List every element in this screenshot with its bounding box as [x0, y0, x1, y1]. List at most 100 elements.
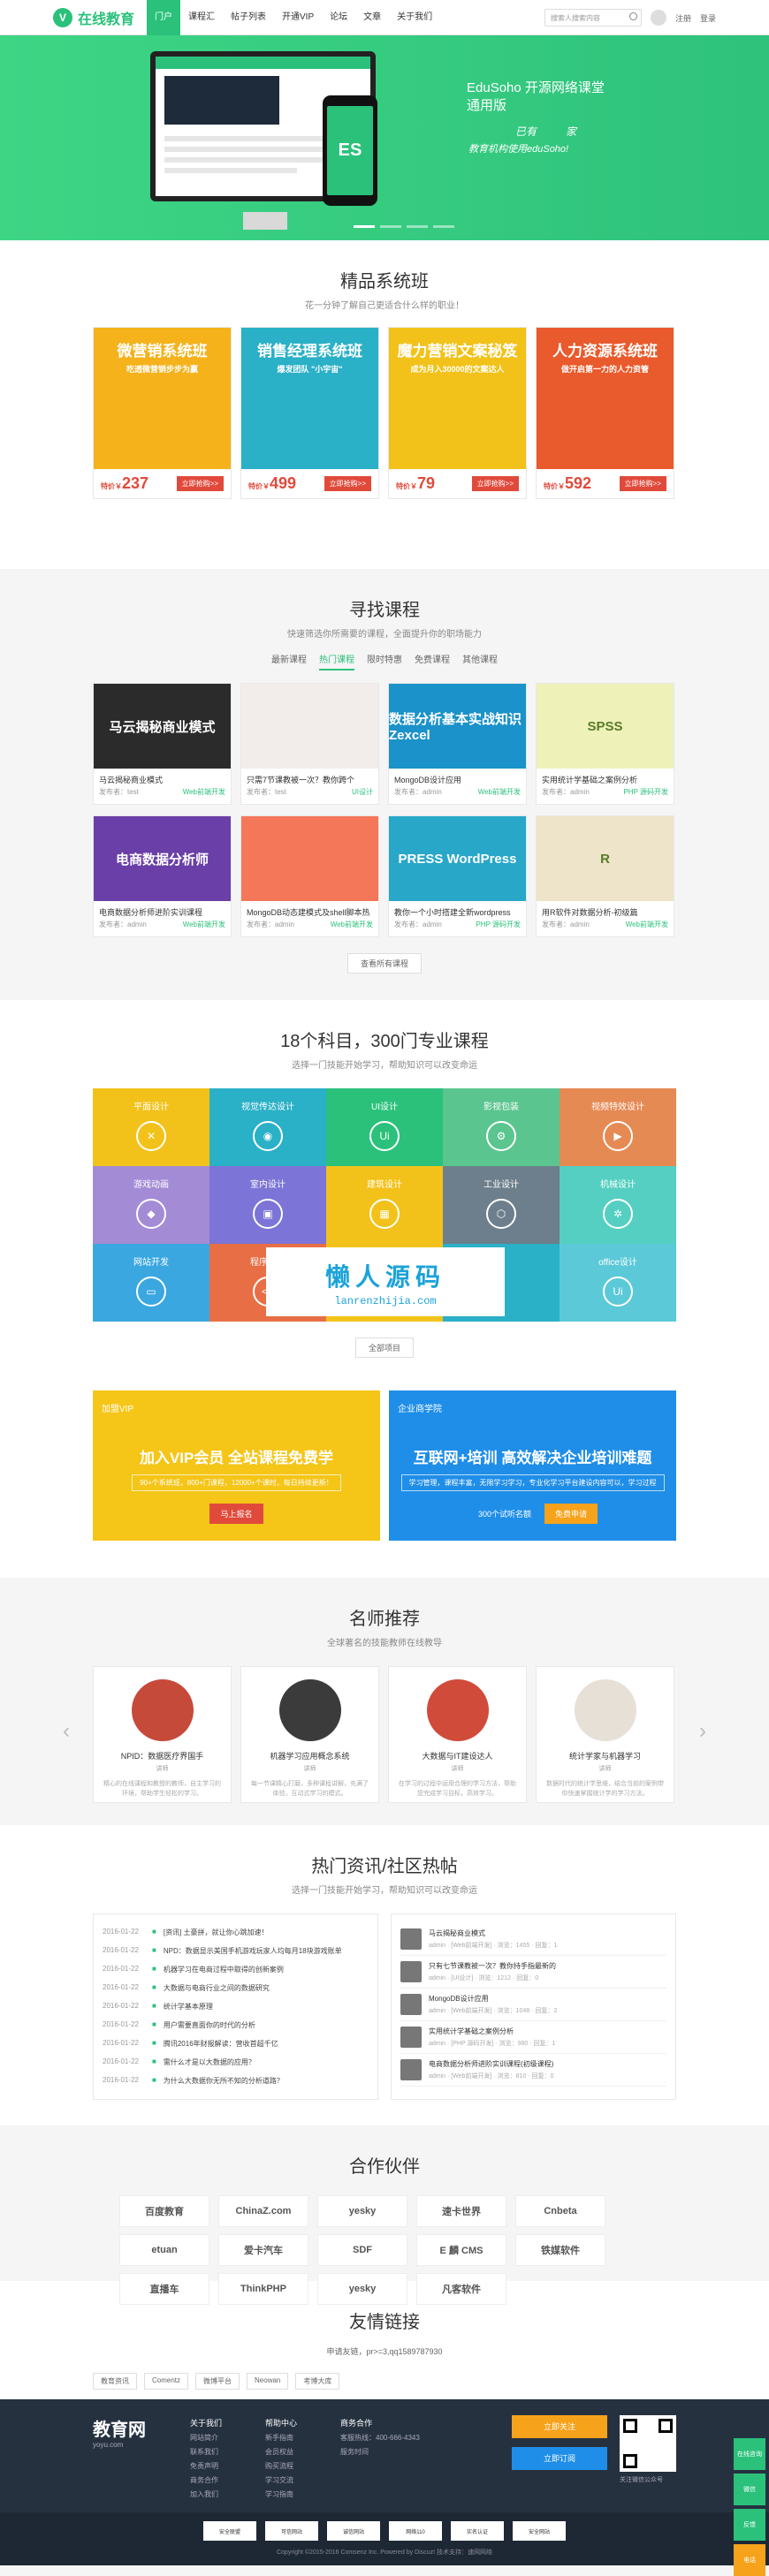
footer-link[interactable]: 会员权益	[265, 2445, 340, 2459]
partner-logo[interactable]: ChinaZ.com	[218, 2195, 308, 2227]
news-item[interactable]: 2016-01-22 ■ 腾讯2016年财报解读：营收首超千亿	[103, 2034, 369, 2053]
course-category[interactable]: Web前端开发	[331, 920, 373, 929]
friend-link[interactable]: 微博平台	[195, 2373, 240, 2390]
teacher-card[interactable]: 大数据与IT建设达人 讲师 在学习的过程中运用合理的学习方法，帮助您完成学习目标，高…	[388, 1666, 527, 1803]
nav-item-articles[interactable]: 文章	[355, 0, 389, 35]
course-title[interactable]: 电商数据分析师进阶实训课程	[94, 901, 231, 920]
news-title[interactable]: 用户需要直面你的时代的分析	[164, 2020, 255, 2030]
course-thumbnail[interactable]: R	[537, 816, 674, 901]
course-category[interactable]: Web前端开发	[478, 787, 521, 797]
footer-link[interactable]: 购买流程	[265, 2459, 340, 2474]
teacher-card[interactable]: 机器学习应用概念系统 讲师 每一节课精心打磨，多种课程讲解，充满了体验，互动式学习的…	[240, 1666, 379, 1803]
tab-other[interactable]: 其他课程	[462, 652, 498, 671]
course-thumbnail[interactable]	[241, 816, 378, 901]
buy-now-button[interactable]: 立即抢购>>	[471, 476, 519, 491]
teacher-avatar[interactable]	[574, 1679, 636, 1741]
course-thumbnail[interactable]: PRESS WordPress	[389, 816, 526, 901]
phone-button[interactable]: 电话	[734, 2544, 765, 2576]
post-title[interactable]: 实用统计学基础之案例分析	[429, 2027, 555, 2036]
featured-course-image[interactable]: 销售经理系统班 爆发团队 "小宇宙"	[241, 328, 378, 469]
news-item[interactable]: 2016-01-22 ■ 统计学基本原理	[103, 1997, 369, 2016]
course-card[interactable]: 马云揭秘商业模式 马云揭秘商业模式 发布者：test Web前端开发	[93, 683, 232, 805]
teacher-name[interactable]: 统计学家与机器学习	[537, 1750, 674, 1762]
course-title[interactable]: 实用统计学基础之案例分析	[537, 769, 674, 787]
trust-badge[interactable]: 安全联盟	[203, 2521, 256, 2541]
partner-logo[interactable]: 凡客软件	[416, 2273, 506, 2305]
partner-logo[interactable]: yesky	[317, 2195, 407, 2227]
post-item[interactable]: 只有七节课教被一次？教你持手指最新的 admin · [UI设计] · 浏览：12…	[400, 1956, 666, 1989]
news-item[interactable]: 2016-01-22 ■ [资讯] 土豪拼，就让你心跳加速！	[103, 1923, 369, 1942]
feedback-button[interactable]: 反馈	[734, 2509, 765, 2541]
course-thumbnail[interactable]: 电商数据分析师	[94, 816, 231, 901]
wechat-button[interactable]: 微信	[734, 2474, 765, 2505]
course-title[interactable]: 只需7节课教被一次？教你跨个	[241, 769, 378, 787]
featured-course-image[interactable]: 魔力营销文案秘笈 成为月入30000的文案达人	[389, 328, 526, 469]
subject-tile[interactable]: 网站开发 ▭	[93, 1244, 209, 1322]
post-item[interactable]: 实用统计学基础之案例分析 admin · [PHP 源码开发] · 浏览：980 …	[400, 2021, 666, 2054]
subject-tile[interactable]: 视频特效设计 ▶	[560, 1088, 676, 1166]
hero-banner[interactable]: ES EduSoho 开源网络课堂 通用版 已有 家 教育机构使用eduSoho…	[0, 35, 769, 240]
course-title[interactable]: MongoDB动态建模式及shell脚本热	[241, 901, 378, 920]
course-thumbnail[interactable]: 马云揭秘商业模式	[94, 684, 231, 769]
free-apply-button[interactable]: 免费申请	[544, 1504, 598, 1524]
all-subjects-button[interactable]: 全部项目	[354, 1337, 414, 1358]
footer-link[interactable]: 商务合作	[190, 2474, 265, 2488]
news-item[interactable]: 2016-01-22 ■ 大数据与电商行业之间的数据研究	[103, 1979, 369, 1997]
view-all-courses-button[interactable]: 查看所有课程	[346, 953, 422, 974]
news-title[interactable]: 为什么大数据你无所不知的分析道路？	[164, 2076, 284, 2086]
news-title[interactable]: 腾讯2016年财报解读：营收首超千亿	[164, 2039, 278, 2049]
news-title[interactable]: NPD：数据显示美国手机游戏玩家人均每月18块游戏账单	[164, 1946, 342, 1956]
teacher-avatar[interactable]	[131, 1679, 194, 1741]
tab-discount[interactable]: 限时特惠	[367, 652, 402, 671]
course-card[interactable]: R 用R软件对数据分析-初级篇 发布者：admin Web前端开发	[536, 815, 674, 937]
news-item[interactable]: 2016-01-22 ■ 为什么大数据你无所不知的分析道路？	[103, 2072, 369, 2090]
partner-logo[interactable]: etuan	[119, 2234, 209, 2266]
course-category[interactable]: Web前端开发	[183, 787, 225, 797]
teacher-name[interactable]: NPID：数据医疗界国手	[94, 1750, 231, 1762]
footer-link[interactable]: 客服热线：400-666-4343	[340, 2431, 438, 2445]
news-title[interactable]: 机器学习在电商过程中取得的创新案例	[164, 1965, 284, 1974]
buy-now-button[interactable]: 立即抢购>>	[619, 476, 666, 491]
carousel-dot[interactable]	[407, 225, 428, 228]
news-title[interactable]: 统计学基本原理	[164, 2002, 213, 2012]
news-title[interactable]: 需什么才是以大数据的应用？	[164, 2057, 255, 2067]
news-title[interactable]: [资讯] 土豪拼，就让你心跳加速！	[164, 1928, 269, 1937]
news-item[interactable]: 2016-01-22 ■ 用户需要直面你的时代的分析	[103, 2016, 369, 2034]
news-item[interactable]: 2016-01-22 ■ 机器学习在电商过程中取得的创新案例	[103, 1960, 369, 1979]
trust-badge[interactable]: 可信网站	[265, 2521, 318, 2541]
news-item[interactable]: 2016-01-22 ■ NPD：数据显示美国手机游戏玩家人均每月18块游戏账单	[103, 1942, 369, 1960]
post-item[interactable]: 电商数据分析师进阶实训课程(初级课程) admin · [Web前端开发] · 浏…	[400, 2054, 666, 2087]
friend-link[interactable]: Neowan	[247, 2373, 289, 2390]
enterprise-promo-banner[interactable]: 企业商学院 互联网+培训 高效解决企业培训难题 学习管理，课程丰富，无限学习学习…	[389, 1390, 676, 1541]
carousel-dot[interactable]	[380, 225, 401, 228]
mail-subscribe-button[interactable]: 立即订阅	[512, 2447, 607, 2470]
course-thumbnail[interactable]: 数据分析基本实战知识 Zexcel	[389, 684, 526, 769]
subject-tile[interactable]: 机械设计 ✲	[560, 1166, 676, 1244]
post-avatar[interactable]	[400, 1994, 422, 2015]
course-category[interactable]: PHP 源码开发	[476, 920, 521, 929]
teacher-card[interactable]: 统计学家与机器学习 讲师 数据时代的统计学思维，结合当前的案例带你快速掌握统计学的学…	[536, 1666, 674, 1803]
teacher-avatar[interactable]	[426, 1679, 489, 1741]
course-title[interactable]: 马云揭秘商业模式	[94, 769, 231, 787]
footer-link[interactable]: 服务时间	[340, 2445, 438, 2459]
login-link[interactable]: 注册	[675, 12, 691, 24]
tab-free[interactable]: 免费课程	[415, 652, 450, 671]
subject-tile[interactable]: UI设计 Ui	[326, 1088, 443, 1166]
course-card[interactable]: 只需7节课教被一次？教你跨个 发布者：test UI设计	[240, 683, 379, 805]
nav-item-about[interactable]: 关于我们	[389, 0, 440, 35]
buy-now-button[interactable]: 立即抢购>>	[176, 476, 224, 491]
subject-tile[interactable]: 平面设计 ✕	[93, 1088, 209, 1166]
teacher-card[interactable]: NPID：数据医疗界国手 讲师 精心的在线课程和教授的教师，自主学习的环境，帮助学生…	[93, 1666, 232, 1803]
course-category[interactable]: Web前端开发	[183, 920, 225, 929]
subject-tile[interactable]: 视觉传达设计 ◉	[209, 1088, 326, 1166]
footer-link[interactable]: 网站简介	[190, 2431, 265, 2445]
partner-logo[interactable]: 速卡世界	[416, 2195, 506, 2227]
nav-item-courses[interactable]: 课程汇	[180, 0, 223, 35]
partner-logo[interactable]: ThinkPHP	[218, 2273, 308, 2305]
post-avatar[interactable]	[400, 1928, 422, 1950]
post-title[interactable]: MongoDB设计应用	[429, 1994, 557, 2004]
trust-badge[interactable]: 诚信网站	[327, 2521, 380, 2541]
partner-logo[interactable]: yesky	[317, 2273, 407, 2305]
post-avatar[interactable]	[400, 1961, 422, 1982]
post-title[interactable]: 电商数据分析师进阶实训课程(初级课程)	[429, 2059, 553, 2069]
